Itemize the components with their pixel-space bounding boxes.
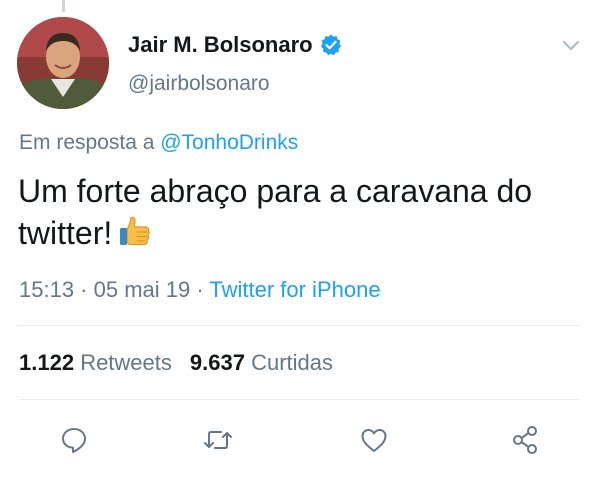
tweet-body: Um forte abraço para a caravana do twitt… [18, 173, 533, 251]
display-name[interactable]: Jair M. Bolsonaro [128, 32, 313, 58]
avatar[interactable] [17, 17, 109, 109]
tweet-meta: 15:13 · 05 mai 19 · Twitter for iPhone [19, 277, 381, 303]
divider [18, 399, 580, 400]
share-button[interactable] [505, 420, 545, 460]
likes-count: 9.637 [189, 350, 245, 375]
verified-badge-icon [319, 33, 343, 57]
retweets-label: Retweets [80, 350, 172, 375]
user-handle[interactable]: @jairbolsonaro [128, 72, 270, 96]
engagement-stats: 1.122 Retweets 9.637 Curtidas [19, 350, 333, 376]
share-icon [513, 426, 537, 454]
retweets-count: 1.122 [19, 350, 75, 375]
thread-line [62, 0, 65, 12]
reply-mention-link[interactable]: @TonhoDrinks [160, 131, 298, 154]
tweet-timestamp[interactable]: 15:13 · 05 mai 19 · [19, 277, 209, 302]
tweet-source-link[interactable]: Twitter for iPhone [209, 277, 380, 302]
reply-prefix: Em resposta a [19, 131, 161, 154]
thumbs-up-emoji [116, 214, 154, 252]
likes-label: Curtidas [251, 350, 334, 375]
retweets-stat[interactable]: 1.122 Retweets [19, 350, 172, 375]
chevron-down-icon[interactable] [560, 34, 582, 56]
heart-icon [361, 429, 387, 452]
tweet-text: Um forte abraço para a caravana do twitt… [18, 170, 578, 254]
reply-icon [62, 428, 86, 453]
author-row[interactable]: Jair M. Bolsonaro [128, 30, 343, 60]
retweet-icon [204, 431, 232, 449]
likes-stat[interactable]: 9.637 Curtidas [190, 350, 333, 375]
reply-button[interactable] [54, 420, 94, 460]
reply-context: Em resposta a @TonhoDrinks [19, 131, 298, 155]
like-button[interactable] [354, 420, 394, 460]
divider [18, 325, 580, 326]
retweet-button[interactable] [198, 420, 238, 460]
